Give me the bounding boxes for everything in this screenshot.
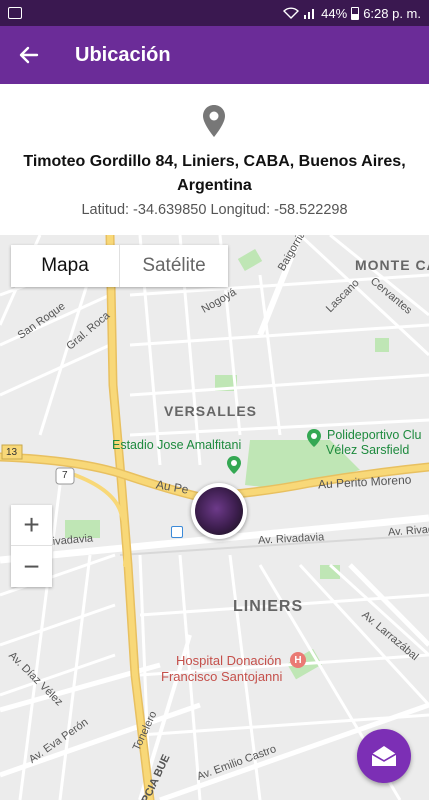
sports-center-pin-icon[interactable] [306, 428, 322, 448]
open-envelope-icon [371, 746, 397, 766]
neighborhood-versalles: VERSALLES [164, 403, 258, 419]
sports-center-label-2: Vélez Sarsfield [326, 443, 410, 457]
battery-percent: 44% [321, 5, 348, 21]
address-text: Timoteo Gordillo 84, Liniers, CABA, Buen… [23, 153, 406, 194]
location-marker[interactable] [191, 483, 247, 539]
signal-icon [304, 9, 315, 19]
hospital-label-2: Francisco Santojanni [161, 669, 283, 684]
location-pin-icon [203, 105, 225, 137]
zoom-controls: + − [11, 505, 52, 587]
train-station-icon[interactable] [171, 526, 183, 538]
coordinates-text: Latitud: -34.639850 Longitud: -58.522298 [81, 202, 348, 218]
neighborhood-monte-castro: MONTE CA [355, 257, 429, 273]
map-type-map-button[interactable]: Mapa [11, 245, 120, 287]
hospital-label-1: Hospital Donación [176, 653, 282, 668]
route-13-label: 13 [6, 447, 18, 458]
address-panel: Timoteo Gordillo 84, Liniers, CABA, Buen… [0, 84, 429, 235]
image-notification-icon [8, 7, 22, 19]
dj-avatar-icon [195, 487, 243, 535]
zoom-in-button[interactable]: + [11, 505, 52, 546]
back-button[interactable] [0, 26, 58, 84]
stadium-label[interactable]: Estadio Jose Amalfitani [112, 438, 241, 452]
hospital-icon[interactable]: H [290, 652, 306, 668]
page-title: Ubicación [75, 43, 171, 66]
app-bar: Ubicación [0, 26, 429, 84]
map-type-toggle: Mapa Satélite [11, 245, 228, 287]
status-indicators: 44% 6:28 p. m. [283, 6, 421, 21]
park-area [237, 248, 263, 272]
neighborhood-liniers: LINIERS [233, 598, 304, 615]
route-7-label: 7 [62, 470, 68, 481]
clock: 6:28 p. m. [363, 5, 421, 21]
status-bar: 44% 6:28 p. m. [0, 0, 429, 26]
stadium-pin-icon[interactable] [226, 455, 242, 475]
zoom-out-button[interactable]: − [11, 546, 52, 587]
battery-icon [351, 6, 360, 20]
arrow-back-icon [19, 46, 39, 64]
wifi-icon [283, 7, 300, 19]
park-area [375, 338, 389, 352]
map-view[interactable]: 13 7 MONTE CA VERSALLES LINIERS Estadio … [0, 235, 429, 800]
map-type-satellite-button[interactable]: Satélite [120, 245, 228, 287]
sports-center-label-1: Polideportivo Clu [327, 428, 422, 442]
mail-fab-button[interactable] [357, 729, 411, 783]
